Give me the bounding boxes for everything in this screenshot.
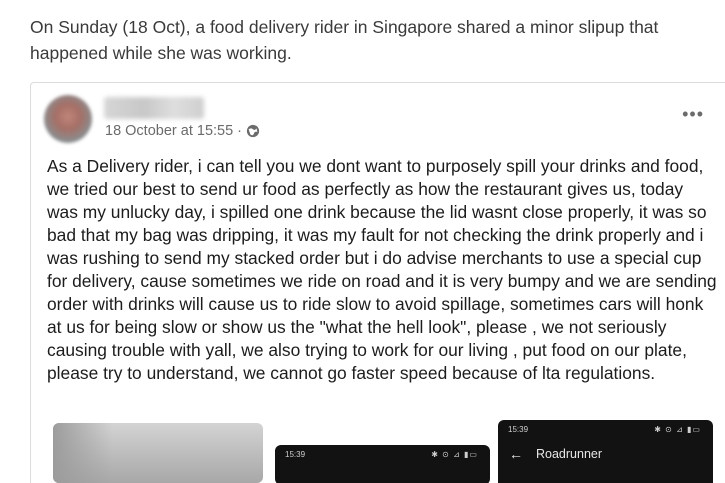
status-icons: ✱ ⊙ ⊿ ▮▭ [431,450,478,459]
attached-screenshot-2[interactable]: 15:39 ✱ ⊙ ⊿ ▮▭ [275,445,490,483]
status-time: 15:39 [508,425,529,434]
phone-status-bar: 15:39 ✱ ⊙ ⊿ ▮▭ [498,420,713,440]
app-header: ← Roadrunner [498,442,713,466]
photo-shadow [53,423,113,483]
article-intro: On Sunday (18 Oct), a food delivery ride… [30,17,659,63]
post-meta: 18 October at 15:55 · [105,123,260,139]
post-body: As a Delivery rider, i can tell you we d… [47,156,717,383]
globe-icon [246,124,260,138]
phone-status-bar: 15:39 ✱ ⊙ ⊿ ▮▭ [275,445,490,465]
facebook-post-card: 18 October at 15:55 · ••• As a Delivery … [30,82,725,483]
attached-screenshot-3[interactable]: 15:39 ✱ ⊙ ⊿ ▮▭ ← Roadrunner [498,420,713,483]
app-title: Roadrunner [536,447,603,461]
post-timestamp[interactable]: 18 October at 15:55 [105,123,233,139]
more-options-button[interactable]: ••• [682,105,704,123]
status-time: 15:39 [285,450,306,459]
status-icons: ✱ ⊙ ⊿ ▮▭ [654,425,701,434]
avatar[interactable] [44,95,92,143]
blurred-author-name[interactable] [104,97,204,119]
back-arrow-icon: ← [509,446,523,462]
attached-photo-1[interactable] [53,423,263,483]
meta-separator: · [237,123,243,139]
